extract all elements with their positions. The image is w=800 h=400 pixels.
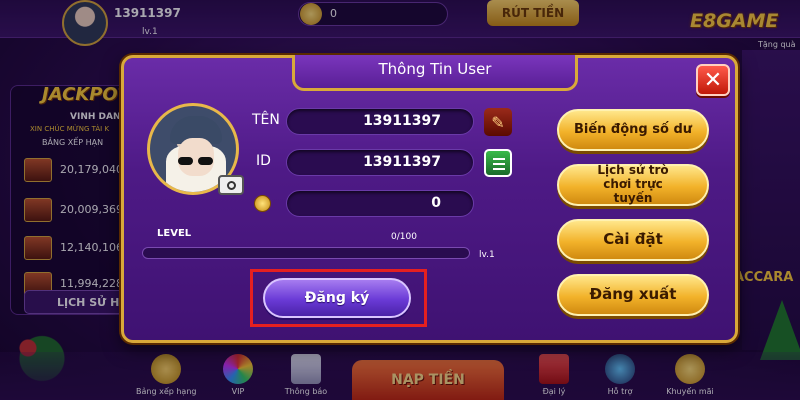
name-label: TÊN [252, 112, 280, 128]
close-button[interactable]: ✕ [696, 64, 730, 96]
edit-icon[interactable]: ✎ [484, 108, 512, 136]
logout-button[interactable]: Đăng xuất [557, 274, 709, 316]
coin-icon [254, 195, 271, 212]
level-progress-bar [142, 247, 470, 259]
settings-button[interactable]: Cài đặt [557, 219, 709, 261]
level-label: LEVEL [157, 228, 192, 239]
close-icon: ✕ [703, 67, 723, 93]
game-history-button[interactable]: Lịch sử trò chơi trực tuyến [557, 163, 709, 206]
balance-history-button[interactable]: Biến động số dư [557, 109, 709, 151]
id-label: ID [256, 153, 271, 169]
balance-field: 0 [286, 190, 474, 217]
modal-title: Thông Tin User [378, 60, 492, 78]
id-field: 13911397 [286, 149, 474, 176]
register-button[interactable]: Đăng ký [263, 278, 411, 318]
level-tag: lv.1 [479, 250, 495, 260]
level-progress-text: 0/100 [391, 232, 417, 242]
camera-icon[interactable] [218, 175, 244, 195]
name-field: 13911397 [286, 108, 474, 135]
copy-icon[interactable] [484, 149, 512, 177]
